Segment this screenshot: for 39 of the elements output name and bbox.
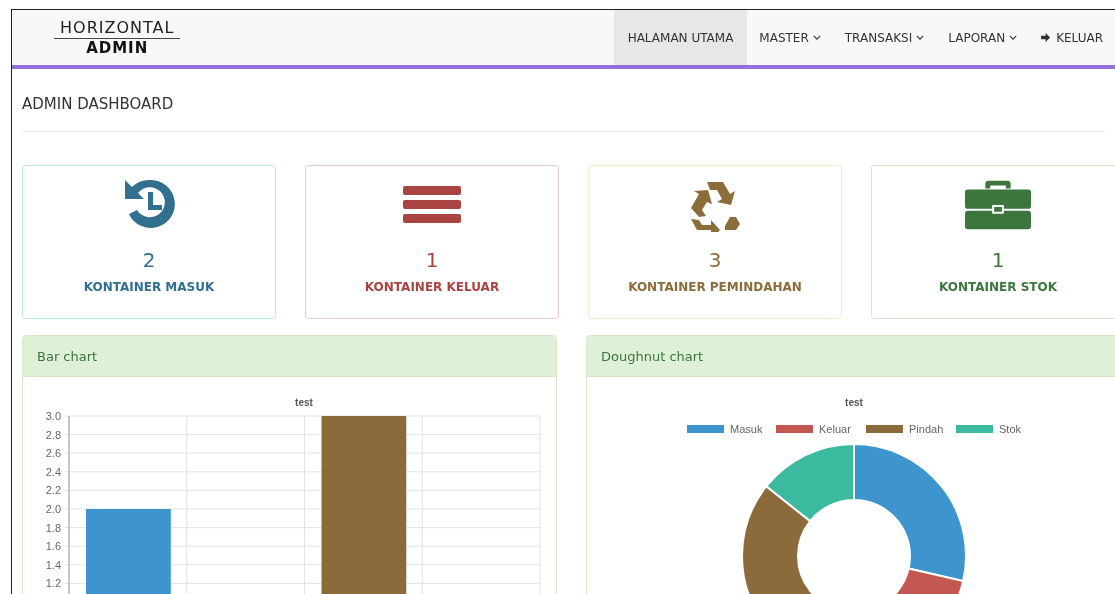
legend-label: Masuk [730,423,763,435]
y-tick-label: 1.4 [45,558,61,571]
y-tick-label: 3.0 [45,410,61,422]
nav-link[interactable]: MASTER [747,10,833,65]
legend-label: Keluar [819,423,851,435]
stat-label: KONTAINER KELUAR [364,280,500,294]
y-tick-label: 2.8 [45,428,61,441]
legend-swatch [776,425,813,433]
nav-link[interactable]: HALAMAN UTAMA [613,10,748,65]
nav-link[interactable]: KELUAR [1029,10,1115,65]
sign-out-icon [1041,33,1053,42]
stat-count: 3 [708,248,722,272]
y-tick-label: 1.2 [45,577,61,590]
legend-swatch [956,425,993,433]
y-tick-label: 2.2 [45,484,61,497]
panel-title: Doughnut chart [601,348,704,364]
stat-count: 2 [142,248,156,272]
brand-title[interactable]: HORIZONTAL [54,18,181,39]
chart-title: test [295,397,313,408]
panel-title: Bar chart [37,348,98,364]
stat-count: 1 [425,248,439,272]
legend-swatch [866,425,903,433]
brand-subtitle[interactable]: ADMIN [86,39,149,57]
y-tick-label: 2.6 [45,447,61,460]
stat-label: KONTAINER MASUK [83,280,215,294]
y-tick-label: 2.4 [45,465,61,478]
y-tick-label: 1.8 [45,521,61,534]
page-title: ADMIN DASHBOARD [22,95,175,113]
stat-label: KONTAINER STOK [939,280,1057,294]
legend-label: Pindah [909,423,944,435]
legend-label: Stok [999,423,1021,435]
nav-link[interactable]: LAPORAN [936,10,1030,65]
nav-link[interactable]: TRANSAKSI [832,10,937,65]
y-tick-label: 1.6 [45,540,61,553]
stat-count: 1 [991,248,1005,272]
chart-title: test [845,397,863,408]
stat-label: KONTAINER PEMINDAHAN [628,280,802,294]
y-tick-label: 2.0 [45,503,61,515]
legend-swatch [687,425,724,433]
